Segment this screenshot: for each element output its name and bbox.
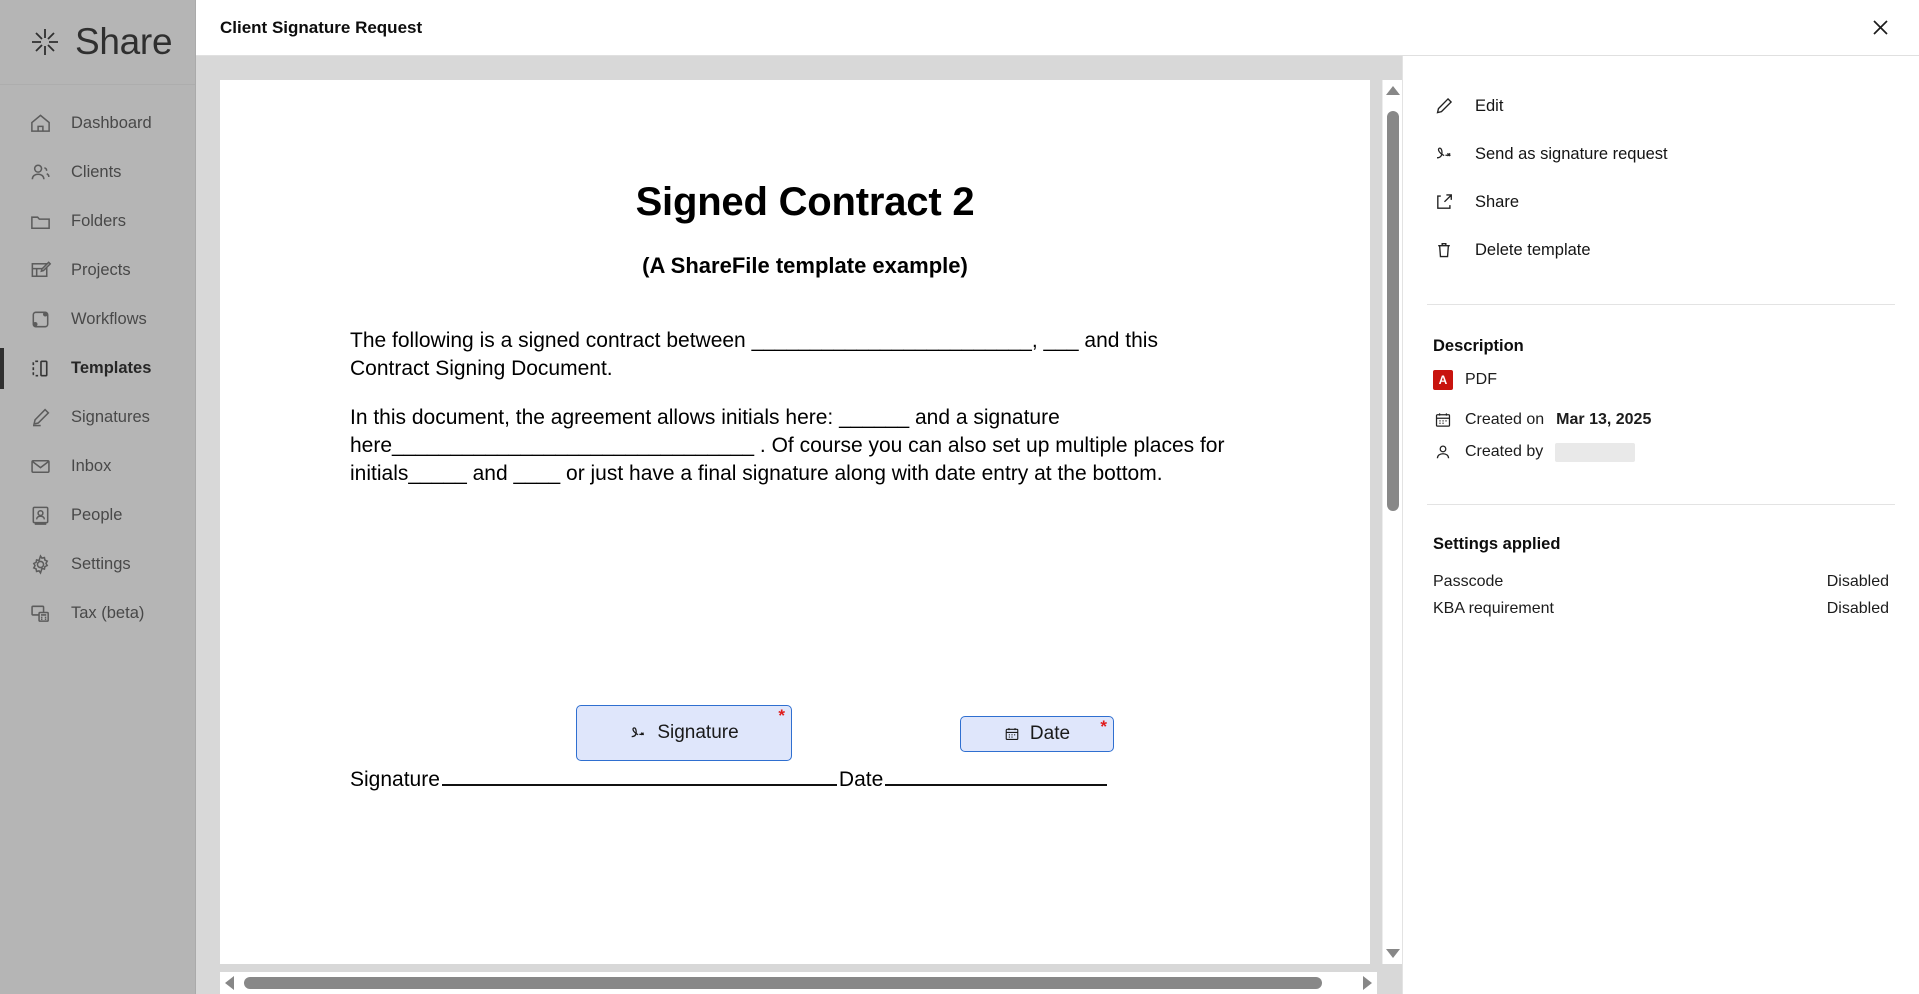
- edit-action[interactable]: Edit: [1403, 82, 1919, 130]
- trash-icon: [1433, 239, 1455, 261]
- action-label: Delete template: [1475, 240, 1591, 259]
- action-label: Edit: [1475, 96, 1504, 115]
- setting-row-passcode: Passcode Disabled: [1433, 568, 1889, 595]
- scroll-down-arrow-icon[interactable]: [1385, 949, 1400, 958]
- document-paragraph: In this document, the agreement allows i…: [350, 405, 1225, 486]
- date-blank-line: [885, 784, 1108, 786]
- required-marker: *: [1100, 717, 1107, 736]
- signature-field-label: Signature: [657, 722, 739, 743]
- client-signature-request-modal: Client Signature Request Signed Contract…: [196, 0, 1919, 994]
- date-field[interactable]: Date *: [960, 716, 1114, 752]
- setting-row-kba: KBA requirement Disabled: [1433, 595, 1889, 622]
- vertical-scrollbar[interactable]: [1382, 80, 1402, 964]
- signature-icon: [1433, 143, 1455, 165]
- document-viewer: Signed Contract 2 (A ShareFile template …: [196, 56, 1402, 994]
- created-on-value: Mar 13, 2025: [1556, 411, 1652, 428]
- created-by-row: Created by: [1433, 442, 1889, 462]
- settings-section: Settings applied Passcode Disabled KBA r…: [1403, 505, 1919, 622]
- calendar-icon: [1433, 410, 1453, 430]
- delete-template-action[interactable]: Delete template: [1403, 226, 1919, 274]
- share-action[interactable]: Share: [1403, 178, 1919, 226]
- created-on-row: Created on Mar 13, 2025: [1433, 410, 1889, 430]
- settings-heading: Settings applied: [1433, 535, 1561, 553]
- description-heading: Description: [1433, 337, 1524, 355]
- signature-line-label: Signature: [350, 768, 440, 791]
- signature-icon: [629, 724, 647, 742]
- send-as-signature-request-action[interactable]: Send as signature request: [1403, 130, 1919, 178]
- document-subtitle: (A ShareFile template example): [642, 253, 968, 278]
- file-type-label: PDF: [1465, 371, 1497, 388]
- pencil-icon: [1433, 95, 1455, 117]
- horizontal-scrollbar-thumb[interactable]: [244, 977, 1322, 989]
- setting-label: KBA requirement: [1433, 599, 1554, 617]
- document-title: Signed Contract 2: [635, 180, 975, 224]
- pdf-icon: A: [1433, 370, 1453, 390]
- required-marker: *: [778, 706, 785, 725]
- signature-field[interactable]: Signature *: [576, 705, 792, 761]
- calendar-icon: [1004, 726, 1020, 742]
- scroll-left-arrow-icon[interactable]: [225, 976, 234, 990]
- action-label: Send as signature request: [1475, 144, 1668, 163]
- close-icon[interactable]: [1863, 11, 1897, 45]
- modal-body: Signed Contract 2 (A ShareFile template …: [196, 56, 1919, 994]
- share-icon: [1433, 191, 1455, 213]
- document-paragraph: The following is a signed contract betwe…: [350, 329, 1158, 381]
- modal-title: Client Signature Request: [220, 17, 423, 37]
- date-line-label: Date: [838, 768, 884, 791]
- vertical-scrollbar-thumb[interactable]: [1387, 111, 1399, 511]
- actions-list: Edit Send as signature request Share Del…: [1403, 56, 1919, 304]
- signature-blank-line: [441, 784, 837, 786]
- created-on-label: Created on: [1465, 411, 1545, 428]
- file-type-row: A PDF: [1433, 370, 1889, 390]
- scroll-right-arrow-icon[interactable]: [1363, 976, 1372, 990]
- action-label: Share: [1475, 192, 1520, 211]
- signature-baseline: Signature Date: [350, 768, 1109, 792]
- setting-value: Disabled: [1826, 572, 1889, 590]
- created-by-label: Created by: [1465, 443, 1544, 460]
- setting-label: Passcode: [1433, 572, 1504, 590]
- description-section: Description A PDF Created on Mar 13, 202…: [1403, 305, 1919, 474]
- setting-value: Disabled: [1826, 599, 1889, 617]
- modal-header: Client Signature Request: [196, 0, 1919, 56]
- scroll-up-arrow-icon[interactable]: [1385, 86, 1400, 95]
- horizontal-scrollbar[interactable]: [220, 972, 1377, 994]
- document-page: Signed Contract 2 (A ShareFile template …: [220, 80, 1370, 964]
- person-icon: [1433, 442, 1453, 462]
- details-panel: Edit Send as signature request Share Del…: [1402, 56, 1919, 994]
- date-field-label: Date: [1029, 723, 1071, 744]
- created-by-value-redacted: [1555, 442, 1636, 462]
